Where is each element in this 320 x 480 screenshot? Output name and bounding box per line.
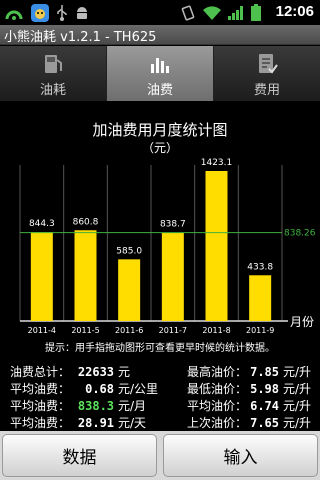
- bar-value-label: 585.0: [116, 246, 142, 256]
- chart-bar: [74, 230, 97, 321]
- wifi-icon: [203, 5, 221, 20]
- stat-max-price: 最高油价： 7.85 元/升: [187, 363, 311, 380]
- tab-expenses[interactable]: 费用: [214, 46, 320, 101]
- checklist-icon: [259, 54, 278, 74]
- chart-bar: [249, 275, 272, 321]
- stat-avg-per-km: 平均油费： 0.68 元/公里: [10, 380, 158, 397]
- bottom-button-bar: 数据 输入: [0, 431, 320, 480]
- bar-value-label: 1423.1: [201, 158, 233, 168]
- tab-label: 费用: [253, 83, 280, 98]
- stat-value: 22633: [77, 364, 115, 379]
- bar-value-label: 860.8: [73, 217, 99, 227]
- stat-label: 平均油价：: [187, 399, 248, 413]
- chart-bar: [30, 232, 53, 321]
- x-tick-label: 2011-8: [202, 326, 230, 335]
- android-debug-icon: [77, 6, 87, 19]
- input-button[interactable]: 输入: [163, 434, 318, 477]
- bar-value-label: 433.8: [247, 262, 273, 272]
- tab-bar: 油耗 油费 费用: [0, 46, 320, 101]
- x-tick-label: 2011-5: [71, 326, 99, 335]
- stat-label: 平均油费：: [10, 382, 71, 396]
- stat-label: 最低油价：: [187, 382, 248, 396]
- stat-value: 6.74: [250, 398, 280, 413]
- fuel-pump-icon: [45, 55, 62, 73]
- tab-fuel-cost[interactable]: 油费: [107, 46, 214, 101]
- bar-value-label: 844.3: [29, 219, 55, 229]
- stat-unit: 元/升: [283, 399, 312, 413]
- battery-icon: [251, 3, 261, 21]
- stat-value: 0.68: [85, 381, 115, 396]
- stat-unit: 元: [118, 365, 131, 379]
- stat-avg-per-day: 平均油费： 28.91 元/天: [10, 414, 146, 431]
- stat-label: 上次油价：: [187, 416, 248, 430]
- stat-avg-price: 平均油价： 6.74 元/升: [187, 397, 311, 414]
- stat-total-cost: 油费总计： 22633 元: [10, 363, 130, 380]
- stat-value: 7.65: [250, 415, 280, 430]
- connection-icon: [5, 10, 23, 20]
- drag-hint-text: 提示：用手指拖动图形可查看更早时候的统计数据。: [45, 343, 275, 354]
- average-label: 838.26: [284, 229, 316, 239]
- tab-label: 油耗: [39, 83, 66, 98]
- clock: 12:06: [275, 3, 314, 20]
- chart-bar: [161, 232, 184, 321]
- stat-value: 838.3: [77, 398, 115, 413]
- game-app-icon: [31, 3, 49, 22]
- x-tick-label: 2011-6: [115, 326, 143, 335]
- chart-plot: 844.3 2011-4 860.8 2011-5 585.0 2011-6 838.7 20…: [19, 158, 316, 335]
- stat-value: 7.85: [250, 364, 280, 379]
- stat-label: 平均油费：: [10, 399, 71, 413]
- x-axis-label: 月份: [290, 315, 314, 329]
- stat-unit: 元/升: [283, 382, 312, 396]
- x-tick-label: 2011-9: [246, 326, 274, 335]
- fuel-cost-chart[interactable]: 加油费用月度统计图 （元） 844.3 2011-4 860.8 2011-5 585.…: [0, 101, 320, 361]
- stat-last-price: 上次油价： 7.65 元/升: [187, 414, 311, 431]
- tab-label: 油费: [146, 83, 173, 98]
- chart-bar: [205, 170, 228, 321]
- stat-label: 油费总计：: [10, 365, 71, 379]
- stat-value: 28.91: [77, 415, 115, 430]
- vibrate-icon: [181, 5, 195, 20]
- stat-unit: 元/月: [118, 399, 147, 413]
- stat-unit: 元/天: [118, 416, 147, 430]
- data-button[interactable]: 数据: [2, 434, 157, 477]
- chart-bar: [118, 259, 141, 321]
- stat-unit: 元/公里: [118, 382, 159, 396]
- stats-panel: 油费总计： 22633 元 平均油费： 0.68 元/公里 平均油费： 838.…: [0, 363, 320, 431]
- bar-value-label: 838.7: [160, 220, 186, 230]
- tab-fuel-consumption[interactable]: 油耗: [0, 46, 107, 101]
- stat-unit: 元/升: [283, 365, 312, 379]
- x-tick-label: 2011-7: [159, 326, 187, 335]
- bar-chart-icon: [151, 58, 169, 73]
- app-title-bar: 小熊油耗 v1.2.1 - TH625: [0, 25, 320, 45]
- stat-label: 平均油费：: [10, 416, 71, 430]
- stat-label: 最高油价：: [187, 365, 248, 379]
- stat-value: 5.98: [250, 381, 280, 396]
- stat-min-price: 最低油价： 5.98 元/升: [187, 380, 311, 397]
- app-title: 小熊油耗 v1.2.1 - TH625: [4, 30, 157, 45]
- stat-avg-per-month: 平均油费： 838.3 元/月: [10, 397, 146, 414]
- status-bar: 12:06: [0, 0, 320, 25]
- signal-icon: [228, 5, 243, 20]
- x-tick-label: 2011-4: [28, 326, 56, 335]
- usb-icon: [57, 4, 67, 21]
- stat-unit: 元/升: [283, 416, 312, 430]
